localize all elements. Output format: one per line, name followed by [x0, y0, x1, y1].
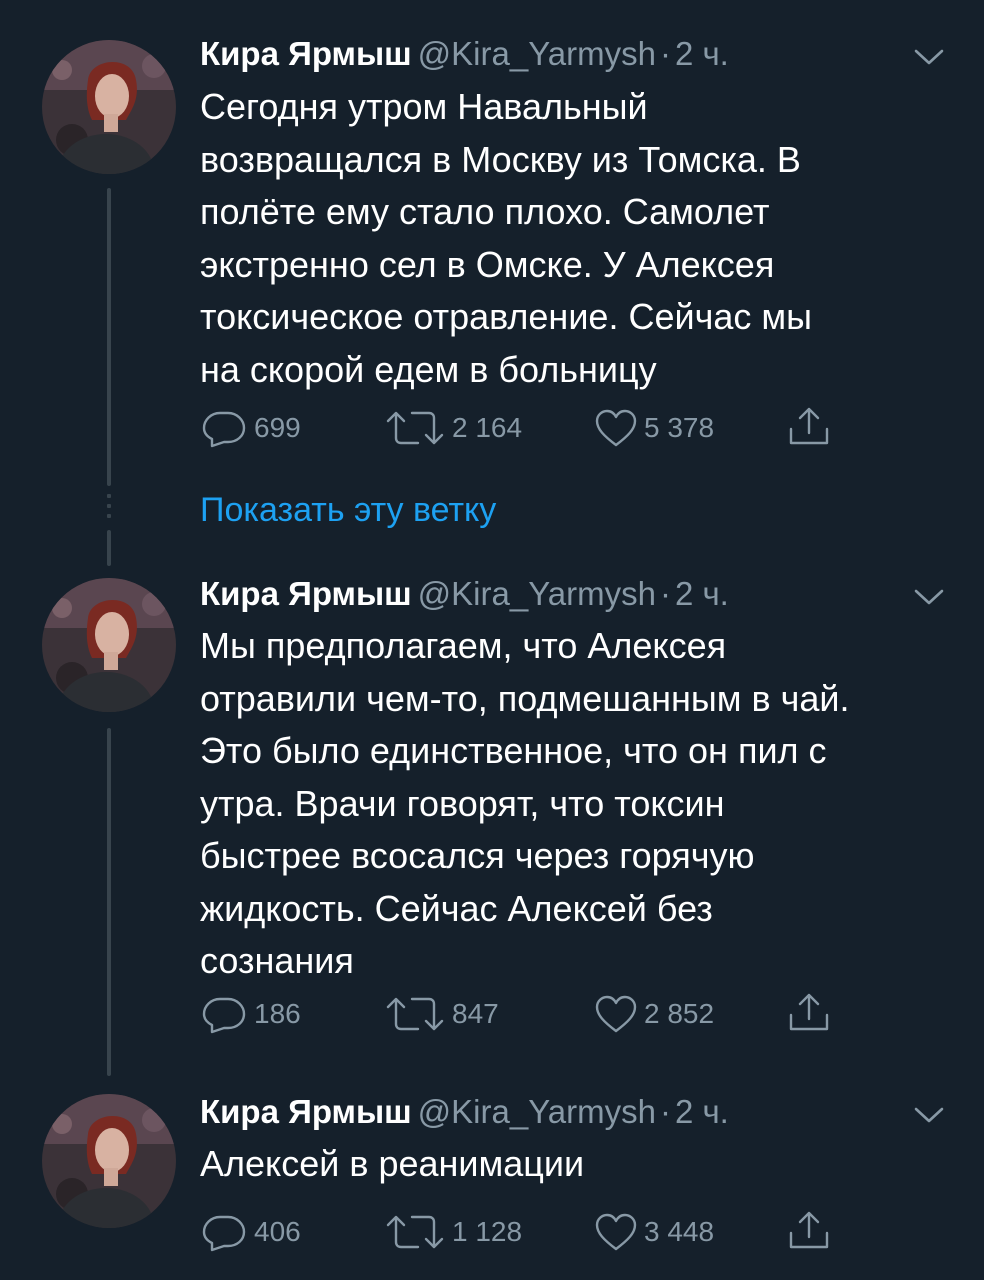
- retweet-count: 2 164: [452, 412, 523, 443]
- author-handle[interactable]: @Kira_Yarmysh: [418, 35, 656, 72]
- retweet-count: 1 128: [452, 1216, 523, 1247]
- like-count: 3 448: [644, 1216, 715, 1247]
- tweet-time[interactable]: 2 ч.: [675, 575, 729, 612]
- tweet-header: Кира Ярмыш @Kira_Yarmysh · 2 ч.: [200, 34, 729, 74]
- retweet-icon: [386, 411, 444, 445]
- chevron-down-icon[interactable]: [912, 586, 946, 608]
- like-icon: [595, 995, 637, 1033]
- retweet-button[interactable]: 2 164: [384, 408, 522, 448]
- separator: ·: [659, 1093, 671, 1130]
- retweet-button[interactable]: 847: [384, 994, 499, 1034]
- retweet-icon: [386, 997, 444, 1031]
- like-button[interactable]: 5 378: [594, 408, 714, 448]
- like-icon: [595, 1213, 637, 1251]
- share-icon: [789, 993, 829, 1031]
- reply-count: 699: [254, 412, 301, 443]
- reply-count: 186: [254, 998, 301, 1029]
- share-button[interactable]: [786, 1210, 832, 1250]
- tweet-text: Сегодня утром Навальный возвращался в Мо…: [200, 86, 812, 390]
- share-icon: [789, 407, 829, 445]
- reply-button[interactable]: 699: [200, 408, 301, 448]
- tweet-time[interactable]: 2 ч.: [675, 1093, 729, 1130]
- thread-line: [107, 530, 111, 566]
- author-name[interactable]: Кира Ярмыш: [200, 575, 412, 612]
- tweet-time[interactable]: 2 ч.: [675, 35, 729, 72]
- share-icon: [789, 1211, 829, 1249]
- reply-count: 406: [254, 1216, 301, 1247]
- retweet-icon: [386, 1215, 444, 1249]
- tweet-header: Кира Ярмыш @Kira_Yarmysh · 2 ч.: [200, 1092, 729, 1132]
- separator: ·: [659, 575, 671, 612]
- like-count: 5 378: [644, 412, 715, 443]
- reply-button[interactable]: 186: [200, 994, 301, 1034]
- thread-line: [107, 728, 111, 1076]
- separator: ·: [659, 35, 671, 72]
- reply-icon: [202, 411, 246, 448]
- chevron-down-icon[interactable]: [912, 1104, 946, 1126]
- like-button[interactable]: 2 852: [594, 994, 714, 1034]
- tweet-header: Кира Ярмыш @Kira_Yarmysh · 2 ч.: [200, 574, 729, 614]
- avatar[interactable]: [42, 40, 176, 174]
- chevron-down-icon[interactable]: [912, 46, 946, 68]
- retweet-button[interactable]: 1 128: [384, 1212, 522, 1252]
- author-name[interactable]: Кира Ярмыш: [200, 35, 412, 72]
- avatar[interactable]: [42, 578, 176, 712]
- avatar[interactable]: [42, 1094, 176, 1228]
- reply-icon: [202, 1215, 246, 1252]
- like-button[interactable]: 3 448: [594, 1212, 714, 1252]
- like-count: 2 852: [644, 998, 715, 1029]
- retweet-count: 847: [452, 998, 499, 1029]
- tweet-text: Мы предполагаем, что Алексея отравили че…: [200, 625, 850, 981]
- show-thread-link[interactable]: Показать эту ветку: [200, 488, 496, 532]
- share-button[interactable]: [786, 406, 832, 446]
- like-icon: [595, 409, 637, 447]
- tweet-text: Алексей в реанимации: [200, 1143, 585, 1184]
- author-name[interactable]: Кира Ярмыш: [200, 1093, 412, 1130]
- share-button[interactable]: [786, 992, 832, 1032]
- thread-line: [107, 188, 111, 486]
- author-handle[interactable]: @Kira_Yarmysh: [418, 1093, 656, 1130]
- tweet-thread: Кира Ярмыш @Kira_Yarmysh · 2 ч. Сегодня утр…: [0, 0, 984, 1280]
- reply-icon: [202, 997, 246, 1034]
- thread-dots: [107, 494, 111, 524]
- reply-button[interactable]: 406: [200, 1212, 301, 1252]
- author-handle[interactable]: @Kira_Yarmysh: [418, 575, 656, 612]
